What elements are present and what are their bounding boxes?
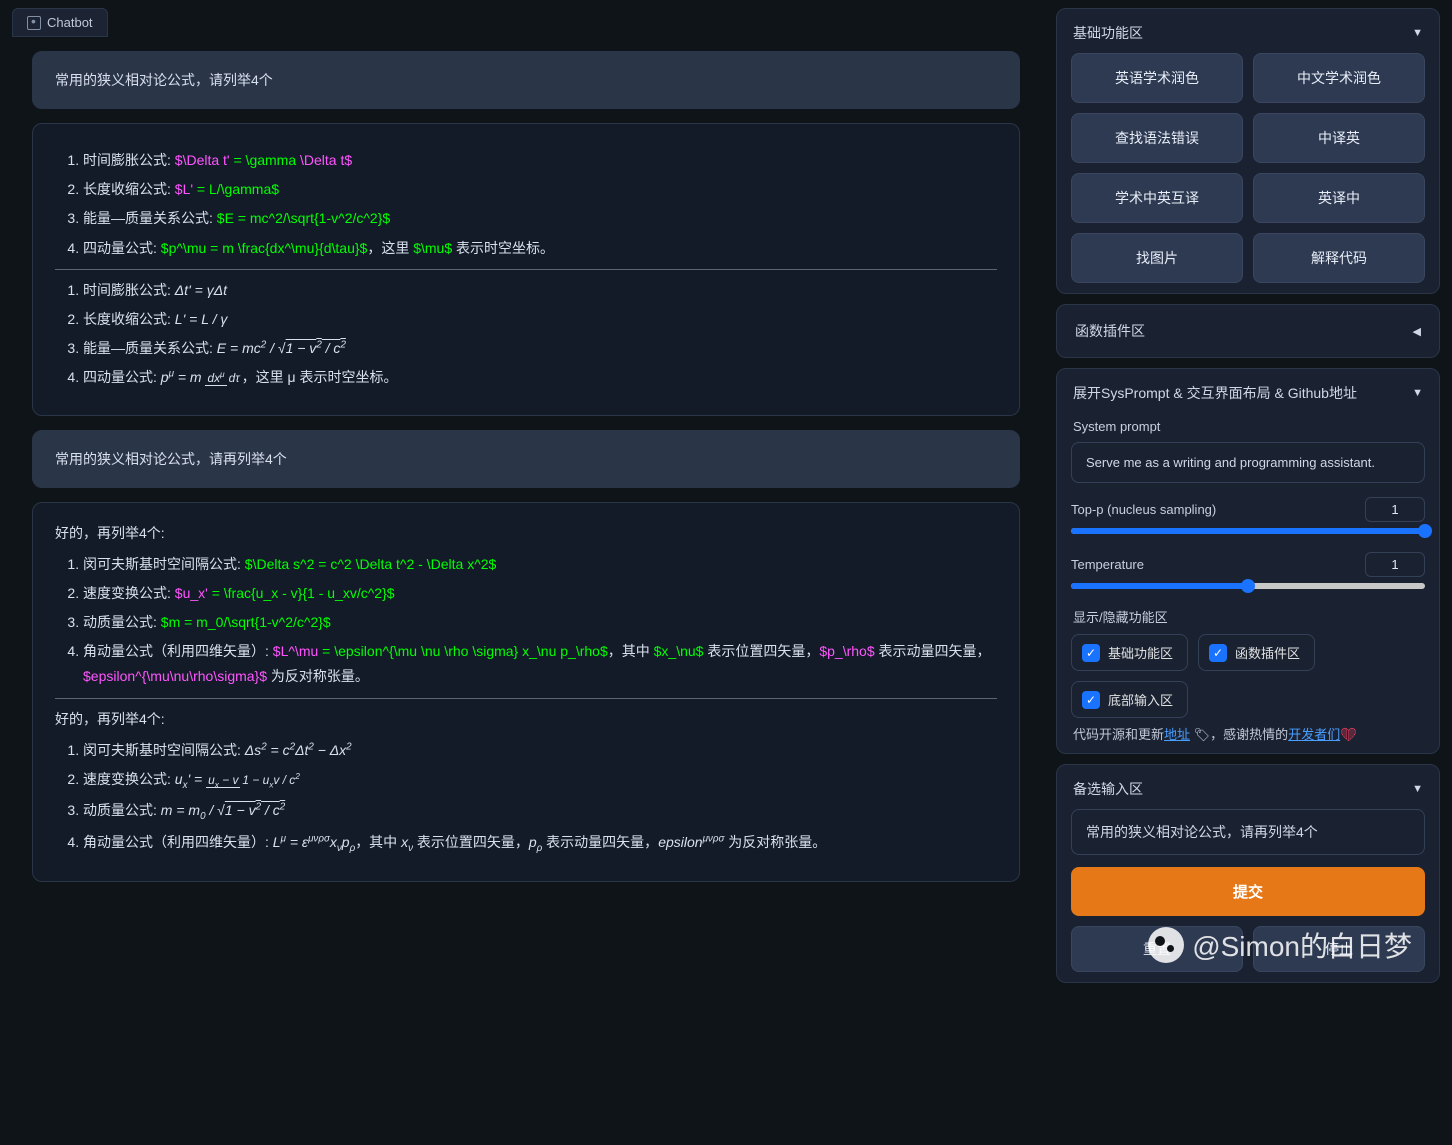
function-button-2[interactable]: 查找语法错误: [1071, 113, 1243, 163]
tab-label: Chatbot: [47, 15, 93, 30]
temperature-slider[interactable]: [1071, 583, 1425, 589]
chat-panel: Chatbot 常用的狭义相对论公式，请列举4个 时间膨胀公式: $\Delta…: [0, 0, 1052, 1145]
input-header[interactable]: 备选输入区 ▼: [1071, 775, 1425, 809]
bot-intro: 好的，再列举4个:: [55, 707, 997, 732]
formula-label: 四动量公式:: [83, 240, 157, 256]
formula-label: 长度收缩公式:: [83, 181, 171, 197]
checkbox-label: 底部输入区: [1108, 690, 1173, 709]
text: ，这里: [367, 240, 409, 256]
card-title: 备选输入区: [1073, 779, 1143, 799]
function-button-1[interactable]: 中文学术润色: [1253, 53, 1425, 103]
prompt-input[interactable]: 常用的狭义相对论公式，请再列举4个: [1071, 809, 1425, 855]
chevron-down-icon: ▼: [1412, 783, 1423, 795]
devs-link[interactable]: 开发者们: [1288, 727, 1340, 742]
user-message: 常用的狭义相对论公式，请再列举4个: [32, 430, 1020, 488]
chevron-left-icon: ◀: [1413, 325, 1421, 338]
function-button-5[interactable]: 英译中: [1253, 173, 1425, 223]
value: 1: [1391, 502, 1398, 517]
side-panel: 基础功能区 ▼ 英语学术润色中文学术润色查找语法错误中译英学术中英互译英译中找图…: [1052, 0, 1452, 1145]
formula-label: 动质量公式:: [83, 614, 157, 630]
formula-label: 速度变换公式:: [83, 585, 171, 601]
toggle-section-label: 显示/隐藏功能区: [1073, 607, 1425, 626]
function-button-3[interactable]: 中译英: [1253, 113, 1425, 163]
card-title: 展开SysPrompt & 交互界面布局 & Github地址: [1073, 383, 1357, 403]
repo-link[interactable]: 地址: [1164, 727, 1190, 742]
value: 1: [1391, 557, 1398, 572]
check-icon: ✓: [1082, 644, 1100, 662]
card-title: 基础功能区: [1073, 23, 1143, 43]
topp-slider[interactable]: [1071, 528, 1425, 534]
checkbox-label: 函数插件区: [1235, 643, 1300, 662]
formula-label: 能量—质量关系公式:: [83, 340, 213, 356]
basic-functions-header[interactable]: 基础功能区 ▼: [1071, 19, 1425, 53]
system-prompt-value: Serve me as a writing and programming as…: [1086, 455, 1375, 470]
formula-label: 时间膨胀公式:: [83, 282, 171, 298]
text: 表示时空坐标。: [452, 240, 554, 256]
topp-value[interactable]: 1: [1365, 497, 1425, 522]
chevron-down-icon: ▼: [1412, 27, 1423, 39]
checkbox-label: 基础功能区: [1108, 643, 1173, 662]
formula-label: 长度收缩公式:: [83, 311, 171, 327]
plugins-header[interactable]: 函数插件区 ◀: [1073, 317, 1423, 345]
stop-button[interactable]: 停止: [1253, 926, 1425, 972]
formula-label: 动质量公式:: [83, 802, 157, 818]
tab-bar: Chatbot: [12, 8, 1040, 37]
chat-scroll[interactable]: 常用的狭义相对论公式，请列举4个 时间膨胀公式: $\Delta t' = \g…: [12, 37, 1040, 1137]
visibility-checkbox-1[interactable]: ✓ 函数插件区: [1198, 634, 1315, 671]
formula-label: 闵可夫斯基时空间隔公式:: [83, 556, 241, 572]
bot-message: 好的，再列举4个: 闵可夫斯基时空间隔公式: $\Delta s^2 = c^2…: [32, 502, 1020, 883]
formula-label: 四动量公式:: [83, 369, 157, 385]
user-text: 常用的狭义相对论公式，请再列举4个: [55, 451, 287, 467]
heart-icon: ❤: [1340, 727, 1357, 742]
formula-label: 闵可夫斯基时空间隔公式:: [83, 742, 241, 758]
user-message: 常用的狭义相对论公式，请列举4个: [32, 51, 1020, 109]
tab-chatbot[interactable]: Chatbot: [12, 8, 108, 37]
user-text: 常用的狭义相对论公式，请列举4个: [55, 72, 273, 88]
text: ，这里 μ 表示时空坐标。: [242, 369, 398, 385]
tag-icon: 🏷: [1194, 727, 1211, 742]
text: 代码开源和更新: [1073, 727, 1164, 742]
topp-label: Top-p (nucleus sampling): [1071, 502, 1216, 517]
temperature-value[interactable]: 1: [1365, 552, 1425, 577]
submit-button[interactable]: 提交: [1071, 867, 1425, 916]
system-prompt-label: System prompt: [1073, 419, 1425, 434]
system-prompt-input[interactable]: Serve me as a writing and programming as…: [1071, 442, 1425, 483]
formula-label: 角动量公式（利用四维矢量）:: [83, 643, 269, 659]
formula-label: 角动量公式（利用四维矢量）:: [83, 834, 269, 850]
check-icon: ✓: [1082, 691, 1100, 709]
function-button-0[interactable]: 英语学术润色: [1071, 53, 1243, 103]
text: ，感谢热情的: [1210, 727, 1288, 742]
visibility-checkbox-0[interactable]: ✓ 基础功能区: [1071, 634, 1188, 671]
advanced-card: 展开SysPrompt & 交互界面布局 & Github地址 ▼ System…: [1056, 368, 1440, 754]
function-button-4[interactable]: 学术中英互译: [1071, 173, 1243, 223]
reset-button[interactable]: 重置: [1071, 926, 1243, 972]
card-title: 函数插件区: [1075, 321, 1145, 341]
visibility-checkbox-2[interactable]: ✓ 底部输入区: [1071, 681, 1188, 718]
credits-line: 代码开源和更新地址 🏷，感谢热情的开发者们❤: [1073, 724, 1423, 743]
plugins-card: 函数插件区 ◀: [1056, 304, 1440, 358]
formula-label: 速度变换公式:: [83, 771, 171, 787]
function-button-7[interactable]: 解释代码: [1253, 233, 1425, 283]
temperature-label: Temperature: [1071, 557, 1144, 572]
chat-icon: [27, 16, 41, 30]
formula-label: 能量—质量关系公式:: [83, 210, 213, 226]
input-value: 常用的狭义相对论公式，请再列举4个: [1086, 824, 1318, 840]
formula-label: 时间膨胀公式:: [83, 152, 171, 168]
input-card: 备选输入区 ▼ 常用的狭义相对论公式，请再列举4个 提交 重置 停止: [1056, 764, 1440, 983]
bot-intro: 好的，再列举4个:: [55, 521, 997, 546]
check-icon: ✓: [1209, 644, 1227, 662]
chevron-down-icon: ▼: [1412, 387, 1423, 399]
basic-functions-card: 基础功能区 ▼ 英语学术润色中文学术润色查找语法错误中译英学术中英互译英译中找图…: [1056, 8, 1440, 294]
function-button-6[interactable]: 找图片: [1071, 233, 1243, 283]
bot-message: 时间膨胀公式: $\Delta t' = \gamma \Delta t$ 长度…: [32, 123, 1020, 416]
advanced-header[interactable]: 展开SysPrompt & 交互界面布局 & Github地址 ▼: [1071, 379, 1425, 413]
